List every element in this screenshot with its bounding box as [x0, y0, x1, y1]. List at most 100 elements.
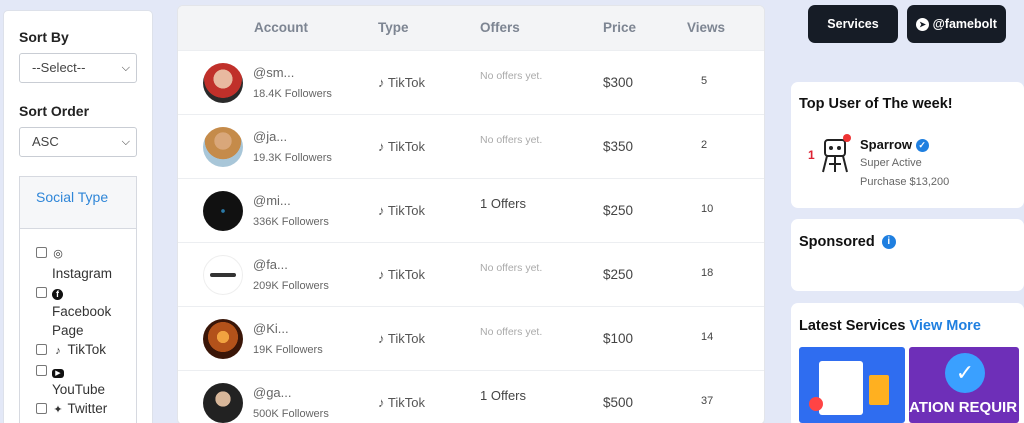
table-row[interactable]: @ga... 500K Followers ♪ TikTok 1 Offers …: [178, 370, 764, 423]
sponsored-title: Sponsored: [799, 234, 875, 250]
header-views: Views: [687, 20, 726, 35]
tiktok-icon: ♪: [378, 139, 385, 154]
avatar: [203, 127, 243, 167]
sponsored-card: Sponsored i: [791, 219, 1024, 291]
service-tile[interactable]: [799, 347, 905, 423]
table-row[interactable]: @fa... 209K Followers ♪ TikTok No offers…: [178, 242, 764, 306]
tiktok-icon: ♪: [378, 331, 385, 346]
social-option-label: Instagram: [52, 266, 113, 281]
social-option-label: YouTube: [52, 382, 106, 397]
sort-by-select[interactable]: --Select-- ⌵: [19, 53, 137, 83]
sort-order-label: Sort Order: [19, 103, 90, 119]
account-type: ♪ TikTok: [378, 139, 425, 154]
services-button[interactable]: Services: [808, 5, 898, 43]
tiktok-checkbox[interactable]: [36, 344, 47, 355]
table-row[interactable]: @Ki... 19K Followers ♪ TikTok No offers …: [178, 306, 764, 370]
sort-by-label: Sort By: [19, 29, 69, 45]
views-count: 18: [701, 267, 714, 279]
views-count: 2: [701, 139, 708, 151]
price: $250: [603, 267, 634, 282]
header-offers: Offers: [480, 20, 520, 35]
sort-order-select[interactable]: ASC ⌵: [19, 127, 137, 157]
offers-status: No offers yet.: [480, 326, 543, 338]
latest-services-heading: Latest Services View More: [799, 318, 981, 334]
account-type: ♪ TikTok: [378, 75, 425, 90]
followers-count: 209K Followers: [253, 280, 329, 292]
header-account: Account: [254, 20, 308, 35]
social-option-facebook[interactable]: f Facebook Page: [36, 283, 136, 340]
robot-avatar-icon: [822, 134, 851, 173]
tiktok-icon: ♪: [378, 395, 385, 410]
social-option-youtube[interactable]: ▶ YouTube: [36, 361, 136, 399]
table-row[interactable]: @ja... 19.3K Followers ♪ TikTok No offer…: [178, 114, 764, 178]
social-option-twitter[interactable]: ✦ Twitter: [36, 399, 136, 420]
sort-order-value: ASC: [32, 134, 59, 149]
avatar: [203, 319, 243, 359]
instagram-checkbox[interactable]: [36, 247, 47, 258]
account-handle[interactable]: @ga...: [253, 385, 292, 400]
type-label: TikTok: [387, 139, 425, 154]
type-label: TikTok: [387, 203, 425, 218]
info-icon[interactable]: i: [881, 235, 896, 250]
followers-count: 336K Followers: [253, 216, 329, 228]
avatar: [203, 63, 243, 103]
latest-services-title: Latest Services: [799, 318, 906, 334]
offers-status: No offers yet.: [480, 70, 543, 82]
account-handle[interactable]: @ja...: [253, 129, 287, 144]
type-label: TikTok: [387, 331, 425, 346]
facebook-checkbox[interactable]: [36, 287, 47, 298]
telegram-button[interactable]: ➤ @famebolt: [907, 5, 1006, 43]
service-tile-graphic: [869, 375, 889, 405]
views-count: 14: [701, 331, 714, 343]
service-tile-graphic: [809, 397, 823, 411]
social-type-filter: Social Type ◎ Instagram f Facebook Page …: [19, 176, 137, 423]
accounts-table: Account Type Offers Price Views @sm... 1…: [177, 5, 765, 423]
top-user-purchase: Purchase $13,200: [860, 176, 950, 188]
sort-by-value: --Select--: [32, 60, 86, 75]
tiktok-icon: ♪: [378, 75, 385, 90]
service-tile[interactable]: ✓ ATION REQUIR: [909, 347, 1019, 423]
chevron-down-icon: ⌵: [121, 62, 130, 74]
followers-count: 18.4K Followers: [253, 88, 332, 100]
table-row[interactable]: @sm... 18.4K Followers ♪ TikTok No offer…: [178, 50, 764, 114]
header-price: Price: [603, 20, 637, 35]
top-user-name[interactable]: Sparrow: [860, 137, 912, 152]
social-option-label: TikTok: [67, 342, 107, 357]
followers-count: 19K Followers: [253, 344, 323, 356]
facebook-icon: f: [52, 289, 63, 300]
twitter-checkbox[interactable]: [36, 403, 47, 414]
filter-panel: Sort By --Select-- ⌵ Sort Order ASC ⌵ So…: [3, 10, 153, 423]
account-type: ♪ TikTok: [378, 331, 425, 346]
top-user-status: Super Active: [860, 157, 922, 169]
table-row[interactable]: @mi... 336K Followers ♪ TikTok 1 Offers …: [178, 178, 764, 242]
service-tile-graphic: [819, 361, 863, 415]
social-option-label: Twitter: [67, 401, 108, 416]
offers-status: No offers yet.: [480, 262, 543, 274]
view-more-link[interactable]: View More: [909, 318, 980, 334]
offers-status[interactable]: 1 Offers: [480, 388, 526, 403]
followers-count: 19.3K Followers: [253, 152, 332, 164]
account-type: ♪ TikTok: [378, 203, 425, 218]
account-handle[interactable]: @fa...: [253, 257, 288, 272]
offers-status[interactable]: 1 Offers: [480, 196, 526, 211]
header-type: Type: [378, 20, 409, 35]
followers-count: 500K Followers: [253, 408, 329, 420]
user-avatar: [817, 134, 853, 174]
views-count: 10: [701, 203, 714, 215]
sponsored-title-row: Sponsored i: [799, 234, 896, 250]
views-count: 5: [701, 75, 708, 87]
account-handle[interactable]: @Ki...: [253, 321, 289, 336]
type-label: TikTok: [387, 267, 425, 282]
table-header: Account Type Offers Price Views: [178, 6, 764, 50]
avatar: [203, 383, 243, 423]
social-option-tiktok[interactable]: ♪ TikTok: [36, 340, 136, 361]
social-option-instagram[interactable]: ◎ Instagram: [36, 243, 136, 283]
youtube-checkbox[interactable]: [36, 365, 47, 376]
account-handle[interactable]: @mi...: [253, 193, 291, 208]
social-option-label: Facebook Page: [52, 304, 112, 338]
chevron-down-icon: ⌵: [121, 136, 130, 148]
offers-status: No offers yet.: [480, 134, 543, 146]
top-user-title: Top User of The week!: [799, 96, 953, 112]
service-tile-text: ATION REQUIR: [909, 399, 1018, 416]
account-handle[interactable]: @sm...: [253, 65, 294, 80]
